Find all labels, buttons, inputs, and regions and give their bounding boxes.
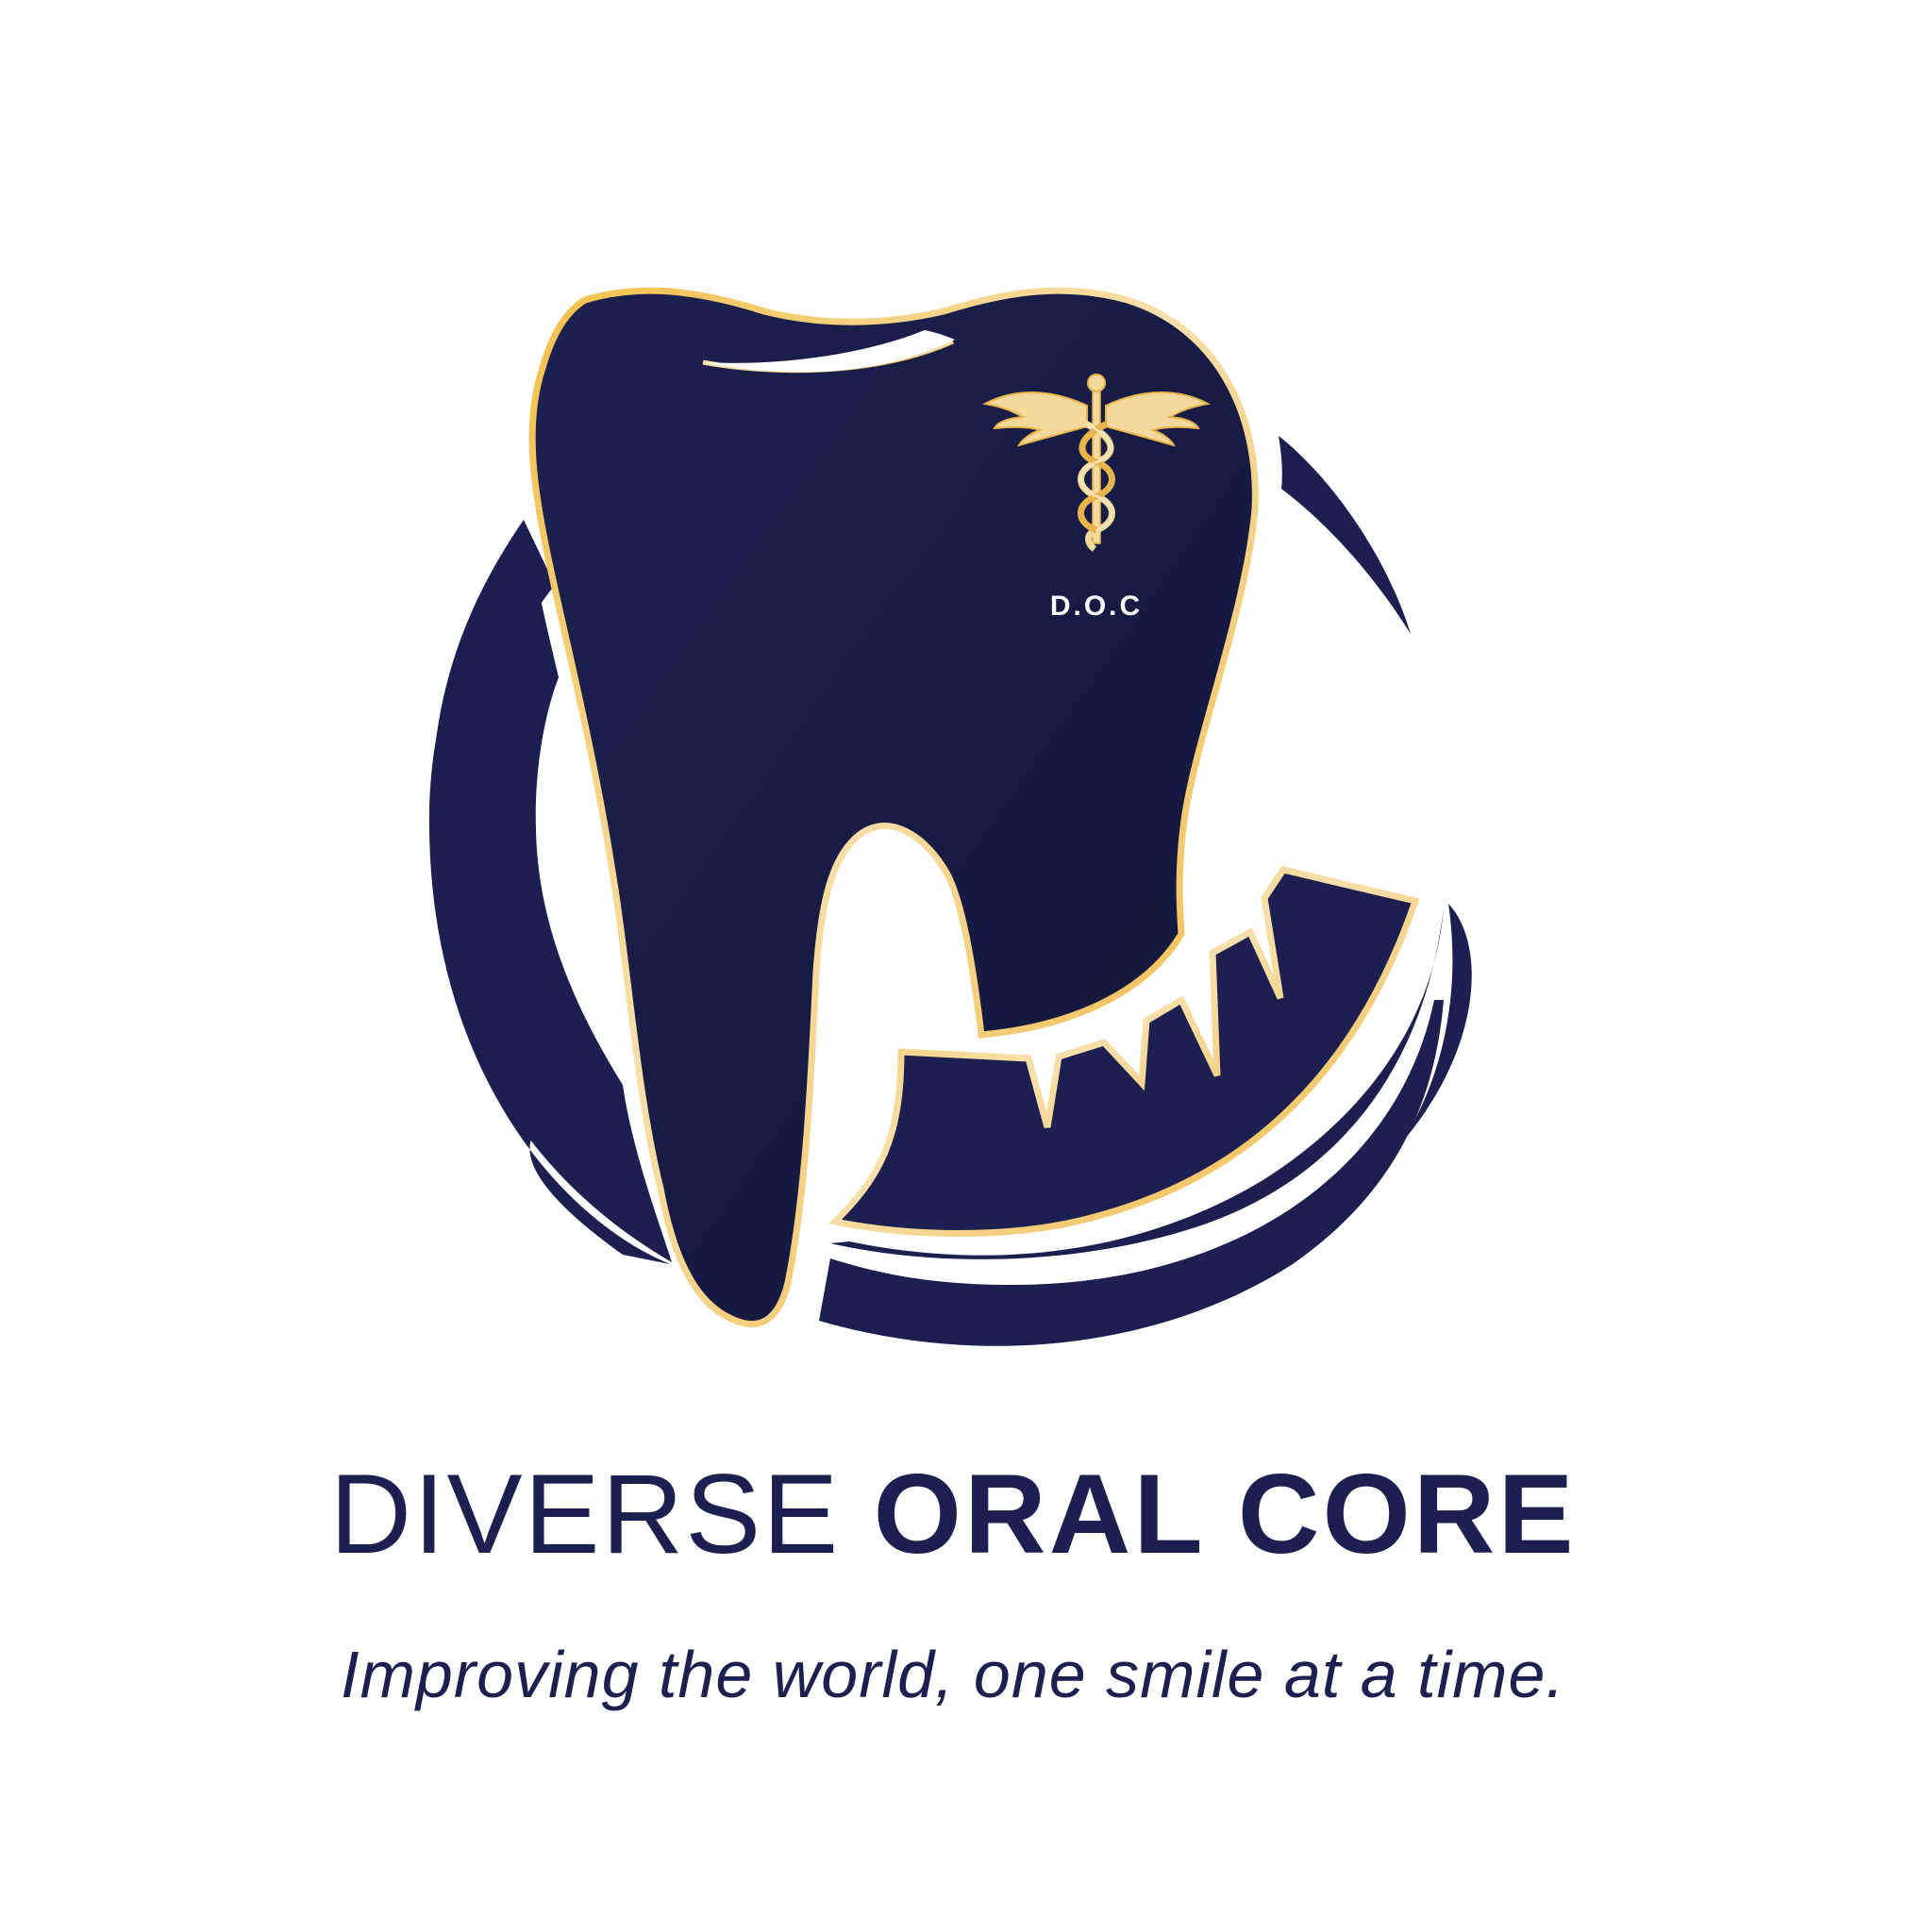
swoosh-upper-arc: [1279, 436, 1411, 634]
brand-name: DIVERSE ORAL CORE: [0, 1443, 1906, 1585]
emblem-text: D.O.C: [1050, 591, 1143, 622]
logo-artwork: D.O.C: [428, 287, 1472, 1346]
tagline: Improving the world, one smile at a time…: [341, 1638, 1565, 1711]
brand-name-bold: ORAL CORE: [873, 1451, 1577, 1577]
brand-name-light: DIVERSE: [329, 1451, 841, 1577]
